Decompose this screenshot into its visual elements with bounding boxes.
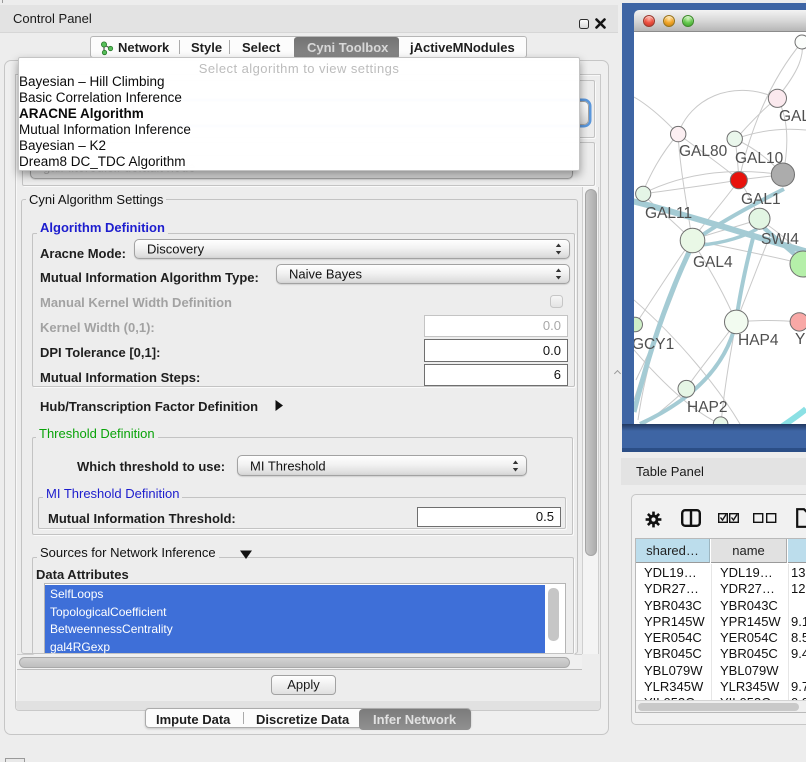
svg-text:GAL80: GAL80	[679, 143, 728, 160]
svg-text:HAP2: HAP2	[687, 399, 728, 416]
svg-text:GAL2: GAL2	[779, 108, 806, 125]
svg-text:GAL10: GAL10	[735, 150, 784, 167]
svg-text:HAP4: HAP4	[738, 332, 779, 349]
svg-text:GAL4: GAL4	[693, 254, 733, 271]
svg-text:GAL1: GAL1	[741, 191, 781, 208]
svg-text:GCY1: GCY1	[634, 336, 674, 353]
svg-text:SWI4: SWI4	[761, 231, 799, 248]
svg-text:YM: YM	[795, 331, 806, 348]
svg-text:GAL11: GAL11	[645, 205, 692, 222]
